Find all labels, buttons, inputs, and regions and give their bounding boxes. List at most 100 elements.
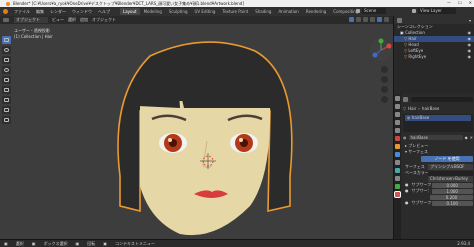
menu-window[interactable]: ウィンドウ: [72, 9, 92, 15]
material-datablock-field[interactable]: hairBase: [408, 135, 463, 140]
search-field[interactable]: [411, 97, 473, 102]
viewport-nav-buttons: [381, 66, 391, 106]
material-slot-label: hairBase: [411, 115, 430, 120]
node-link-icon[interactable]: ●: [405, 188, 409, 194]
window-title: Blender* [C:¥Users¥a_ryok¥OneDrive¥デスクトッ…: [13, 0, 244, 6]
constraints-tab-icon[interactable]: [395, 176, 400, 181]
3d-viewport[interactable]: オブジェクト ビュー 選択 追加 オブジェクト ユーザー・透視投影 (1) Co…: [0, 16, 393, 247]
eye-visibility-icon[interactable]: ◉: [468, 54, 472, 59]
workspace-tab-shading[interactable]: Shading: [252, 8, 274, 15]
outliner-filter-icon[interactable]: ▾: [469, 18, 471, 23]
menu-edit[interactable]: 編集: [36, 9, 44, 15]
scene-tab-icon[interactable]: [395, 128, 400, 133]
render-tab-icon[interactable]: [395, 104, 400, 109]
blender-menu-icon[interactable]: [3, 9, 8, 14]
scene-icon: [356, 9, 360, 13]
material-sphere-icon: ●: [407, 115, 411, 120]
eye-visibility-icon[interactable]: ◉: [468, 48, 472, 53]
material-sphere-icon: ●: [403, 135, 407, 140]
navigation-gizmo[interactable]: [369, 38, 393, 62]
object-name: Hair: [408, 106, 417, 111]
view-layer-tab-icon[interactable]: [395, 120, 400, 125]
view-layer-icon: [412, 9, 416, 13]
status-context-menu: コンテキストメニュー: [115, 240, 155, 246]
unlink-x-icon[interactable]: ✕: [470, 135, 473, 140]
close-button[interactable]: ✕: [469, 0, 472, 5]
mesh-object-icon: ▽: [404, 48, 408, 53]
view-layer-selector[interactable]: View Layer: [418, 8, 456, 14]
workspace-tab-texture-paint[interactable]: Texture Paint: [219, 8, 251, 15]
face-mesh[interactable]: [140, 101, 271, 236]
subsurface-radius-x-field[interactable]: 1.000: [431, 188, 473, 194]
mesh-object-icon: ▽: [404, 42, 408, 47]
outliner-item-label: Head: [408, 42, 419, 47]
use-nodes-button[interactable]: ノード を使用: [421, 156, 473, 162]
object-tab-icon[interactable]: [395, 144, 400, 149]
pan-hand-icon[interactable]: [381, 76, 388, 83]
status-box-select: ボックス選択: [43, 240, 68, 246]
section-surface-title: サーフェス: [408, 149, 429, 154]
tool-tab-icon[interactable]: [395, 96, 400, 101]
mouse-middle-icon: ▣: [75, 241, 80, 246]
ortho-grid-icon[interactable]: [381, 96, 388, 103]
particles-tab-icon[interactable]: [395, 160, 400, 165]
collection-icon: ▣: [400, 30, 404, 35]
section-surface[interactable]: ▾ サーフェス: [403, 149, 473, 155]
left-eye[interactable]: [159, 133, 187, 153]
output-tab-icon[interactable]: [395, 112, 400, 117]
menu-help[interactable]: ヘルプ: [98, 9, 110, 15]
data-tab-icon[interactable]: [395, 184, 400, 189]
status-select: 選択: [15, 240, 24, 246]
workspace-tab-animation[interactable]: Animation: [275, 8, 301, 15]
workspace-tab-sculpting[interactable]: Sculpting: [166, 8, 191, 15]
outliner-item-label: LeftEye: [408, 48, 424, 53]
object-breadcrumb: ▽ Hair › hairBase: [403, 105, 473, 112]
zoom-icon[interactable]: [381, 66, 388, 73]
subsurface-value-field[interactable]: 0.000: [431, 182, 473, 188]
material-slot-list[interactable]: ● hairBase: [403, 114, 473, 132]
properties-search-row: [403, 96, 473, 103]
eye-visibility-icon[interactable]: ◉: [468, 30, 472, 35]
workspace-tab-modeling[interactable]: Modeling: [141, 8, 165, 15]
subsurface-radius-z-field[interactable]: 0.100: [431, 200, 473, 206]
properties-editor-icon[interactable]: [403, 97, 408, 102]
eye-visibility-icon[interactable]: ◉: [468, 36, 472, 41]
maximize-button[interactable]: ☐: [458, 0, 462, 5]
base-color-swatch[interactable]: [428, 170, 473, 176]
right-eye[interactable]: [230, 133, 258, 153]
outliner-item-label: Collection: [405, 30, 425, 35]
workspace-tab-uv-editing[interactable]: UV Editing: [192, 8, 219, 15]
head-model[interactable]: [0, 16, 393, 247]
properties-tabs: [394, 94, 401, 247]
subsurface-radius-row: ● サブサーフェス範囲 1.000: [403, 188, 473, 194]
scene-selector[interactable]: Scene: [362, 8, 387, 14]
world-tab-icon[interactable]: [395, 136, 400, 141]
node-link-icon[interactable]: ●: [405, 200, 409, 206]
mesh-object-icon: ▽: [403, 106, 407, 111]
status-bar: ▣ 選択 ▣ ボックス選択 ▣ 回転 ▣ コンテキストメニュー 2.93.4: [0, 239, 474, 247]
subsurface-radius-z-row: ● サブサーフェス 0.100: [403, 200, 473, 206]
fake-user-shield-icon[interactable]: ◆: [465, 135, 468, 140]
top-menubar: ファイル 編集 レンダー ウィンドウ ヘルプ Layout Modeling S…: [0, 7, 474, 16]
workspace-tab-rendering[interactable]: Rendering: [303, 8, 329, 15]
shader-selector[interactable]: プリンシプルBSDF: [428, 164, 473, 170]
outliner-row-righteye[interactable]: ▽ RightEye: [394, 54, 474, 60]
minimize-button[interactable]: —: [447, 0, 451, 5]
physics-tab-icon[interactable]: [395, 168, 400, 173]
base-color-label: ベースカラー: [405, 170, 429, 175]
menu-render[interactable]: レンダー: [50, 9, 66, 15]
section-preview-title: プレビュー: [408, 143, 429, 148]
menu-file[interactable]: ファイル: [14, 9, 30, 15]
eye-visibility-icon[interactable]: ◉: [468, 42, 472, 47]
modifier-tab-icon[interactable]: [395, 152, 400, 157]
camera-view-icon[interactable]: [381, 86, 388, 93]
workspace-tab-layout[interactable]: Layout: [120, 8, 140, 15]
material-datablock-row: ● hairBase ◆ ✕: [403, 134, 473, 141]
version-label: 2.93.4: [457, 241, 470, 246]
mouse-left-icon: ▣: [31, 241, 36, 246]
material-slot-row[interactable]: ● hairBase: [405, 115, 471, 121]
outliner-item-label: Hair: [408, 36, 417, 41]
subsurface-radius-y-field[interactable]: 0.200: [430, 194, 473, 200]
outliner-editor-icon[interactable]: [397, 17, 402, 23]
material-tab-icon[interactable]: [394, 191, 401, 198]
